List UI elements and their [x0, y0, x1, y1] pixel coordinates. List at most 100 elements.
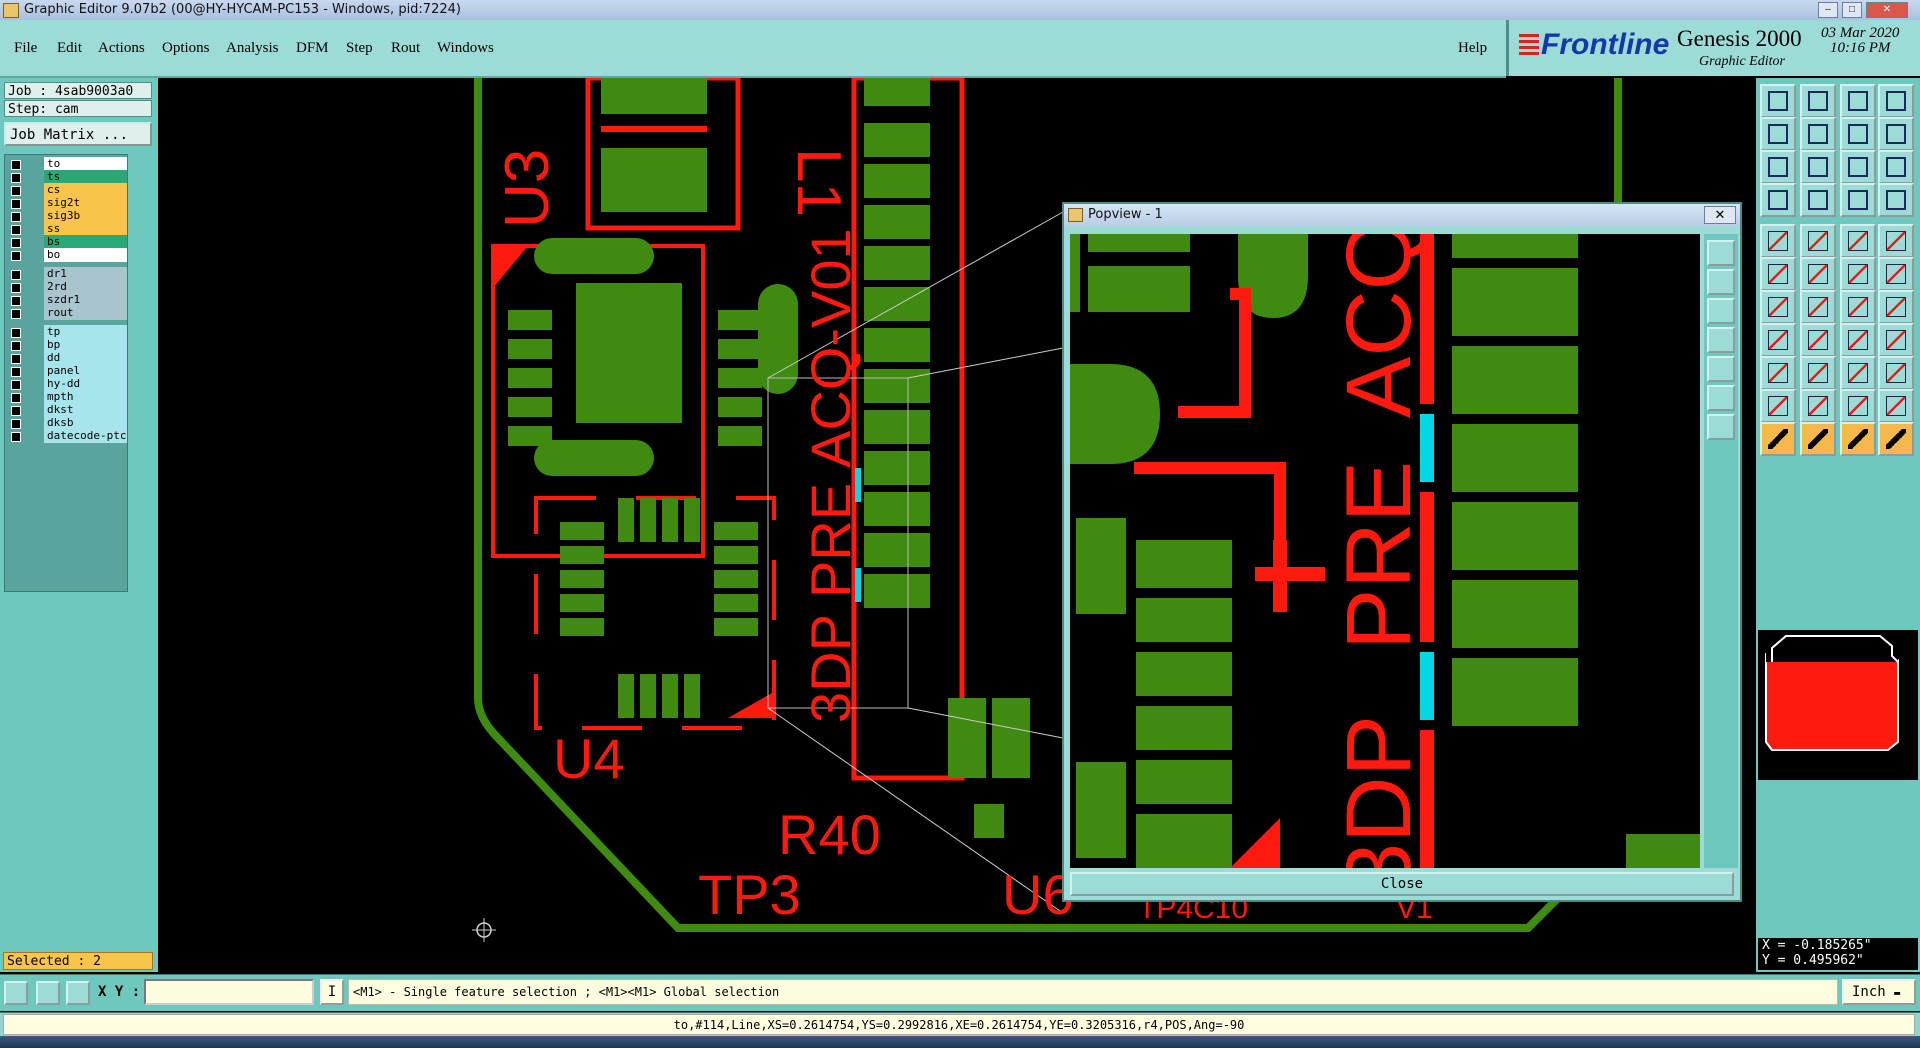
- layer-row[interactable]: bo: [7, 248, 127, 263]
- layer-name[interactable]: tp: [44, 325, 127, 339]
- tool-button-icon[interactable]: [1760, 257, 1796, 291]
- layer-name[interactable]: hy-dd: [44, 377, 127, 391]
- layer-checkbox[interactable]: [11, 393, 21, 403]
- menu-actions[interactable]: Actions: [98, 40, 145, 57]
- layer-checkbox[interactable]: [11, 212, 21, 222]
- job-matrix-button[interactable]: Job Matrix ...: [4, 122, 152, 146]
- tool-button-icon[interactable]: [1800, 150, 1836, 184]
- text-cursor-icon[interactable]: I: [320, 979, 344, 1005]
- layer-checkbox[interactable]: [11, 296, 21, 306]
- layer-checkbox[interactable]: [11, 380, 21, 390]
- tool-button-icon[interactable]: [1800, 290, 1836, 324]
- tool-button-icon[interactable]: [1878, 224, 1914, 258]
- layer-name[interactable]: dkst: [44, 403, 127, 417]
- xy-input[interactable]: [144, 979, 314, 1005]
- tool-button-icon[interactable]: [1840, 356, 1876, 390]
- layer-checkbox[interactable]: [11, 432, 21, 442]
- layer-checkbox[interactable]: [11, 328, 21, 338]
- layer-checkbox[interactable]: [11, 225, 21, 235]
- layer-checkbox[interactable]: [11, 270, 21, 280]
- tool-button-icon[interactable]: [1760, 117, 1796, 151]
- layer-checkbox[interactable]: [11, 186, 21, 196]
- tool-button-icon[interactable]: [1878, 150, 1914, 184]
- popview-tool-icon[interactable]: [1707, 327, 1735, 353]
- popview-close-button[interactable]: Close: [1070, 872, 1734, 896]
- tool-button-icon[interactable]: [1840, 183, 1876, 217]
- layer-name[interactable]: sig2t: [44, 196, 127, 210]
- layer-checkbox[interactable]: [11, 406, 21, 416]
- layer-checkbox[interactable]: [11, 367, 21, 377]
- tool-button-icon[interactable]: [1840, 422, 1876, 456]
- tool-button-icon[interactable]: [1800, 257, 1836, 291]
- tool-button-icon[interactable]: [1878, 290, 1914, 324]
- tool-button-icon[interactable]: [1800, 323, 1836, 357]
- tool-button-icon[interactable]: [1760, 224, 1796, 258]
- tool-button-icon[interactable]: [1840, 117, 1876, 151]
- tool-button-icon[interactable]: [1760, 356, 1796, 390]
- close-window-button[interactable]: ✕: [1866, 2, 1908, 18]
- layer-name[interactable]: bp: [44, 338, 127, 352]
- tool-button-icon[interactable]: [1878, 389, 1914, 423]
- tool-button-icon[interactable]: [1800, 224, 1836, 258]
- popview-tool-icon[interactable]: [1707, 414, 1735, 440]
- tool-button-icon[interactable]: [1760, 183, 1796, 217]
- layer-checkbox[interactable]: [11, 419, 21, 429]
- layer-name[interactable]: dd: [44, 351, 127, 365]
- layer-checkbox[interactable]: [11, 309, 21, 319]
- layer-name[interactable]: rout: [44, 306, 127, 320]
- popview-tool-icon[interactable]: [1707, 269, 1735, 295]
- tool-button-icon[interactable]: [1840, 389, 1876, 423]
- popview-tool-icon[interactable]: [1707, 298, 1735, 324]
- overview-map[interactable]: [1758, 630, 1918, 780]
- tool-button-icon[interactable]: [1760, 290, 1796, 324]
- layer-name[interactable]: sig3b: [44, 209, 127, 223]
- layer-name[interactable]: 2rd: [44, 280, 127, 294]
- units-select[interactable]: Inch ▬: [1842, 979, 1916, 1005]
- tool-button-icon[interactable]: [1878, 422, 1914, 456]
- popview-tool-icon[interactable]: [1707, 385, 1735, 411]
- menu-analysis[interactable]: Analysis: [226, 40, 279, 57]
- tool-button-icon[interactable]: [1878, 356, 1914, 390]
- maximize-button[interactable]: □: [1842, 2, 1862, 18]
- snap-icon[interactable]: [4, 981, 28, 1005]
- layer-name[interactable]: panel: [44, 364, 127, 378]
- popview-tool-icon[interactable]: [1707, 356, 1735, 382]
- tool-button-icon[interactable]: [1760, 389, 1796, 423]
- layer-checkbox[interactable]: [11, 341, 21, 351]
- tool-button-icon[interactable]: [1800, 356, 1836, 390]
- layer-name[interactable]: to: [44, 157, 127, 171]
- layer-name[interactable]: mpth: [44, 390, 127, 404]
- minimize-button[interactable]: –: [1818, 2, 1838, 18]
- menu-file[interactable]: File: [14, 40, 37, 57]
- layer-row[interactable]: datecode-ptc: [7, 429, 127, 444]
- tool-button-icon[interactable]: [1800, 84, 1836, 118]
- tool-button-icon[interactable]: [1878, 183, 1914, 217]
- measure-icon[interactable]: [36, 981, 60, 1005]
- layer-row[interactable]: rout: [7, 306, 127, 321]
- popview-tool-icon[interactable]: [1707, 240, 1735, 266]
- menu-options[interactable]: Options: [162, 40, 210, 57]
- tool-button-icon[interactable]: [1800, 117, 1836, 151]
- layer-name[interactable]: bs: [44, 235, 127, 249]
- tool-button-icon[interactable]: [1760, 84, 1796, 118]
- layer-name[interactable]: datecode-ptc: [44, 429, 127, 443]
- menu-step[interactable]: Step: [346, 40, 373, 57]
- tool-button-icon[interactable]: [1800, 389, 1836, 423]
- menu-help[interactable]: Help: [1458, 40, 1487, 57]
- layer-name[interactable]: dksb: [44, 416, 127, 430]
- layer-name[interactable]: ss: [44, 222, 127, 236]
- layer-checkbox[interactable]: [11, 160, 21, 170]
- grid-icon[interactable]: [66, 981, 90, 1005]
- tool-button-icon[interactable]: [1878, 84, 1914, 118]
- layer-checkbox[interactable]: [11, 354, 21, 364]
- tool-button-icon[interactable]: [1840, 84, 1876, 118]
- tool-button-icon[interactable]: [1840, 323, 1876, 357]
- popview-close-icon[interactable]: ✕: [1704, 206, 1736, 224]
- menu-dfm[interactable]: DFM: [296, 40, 329, 57]
- tool-button-icon[interactable]: [1800, 422, 1836, 456]
- tool-button-icon[interactable]: [1840, 150, 1876, 184]
- tool-button-icon[interactable]: [1878, 117, 1914, 151]
- tool-button-icon[interactable]: [1760, 422, 1796, 456]
- layer-name[interactable]: dr1: [44, 267, 127, 281]
- tool-button-icon[interactable]: [1878, 257, 1914, 291]
